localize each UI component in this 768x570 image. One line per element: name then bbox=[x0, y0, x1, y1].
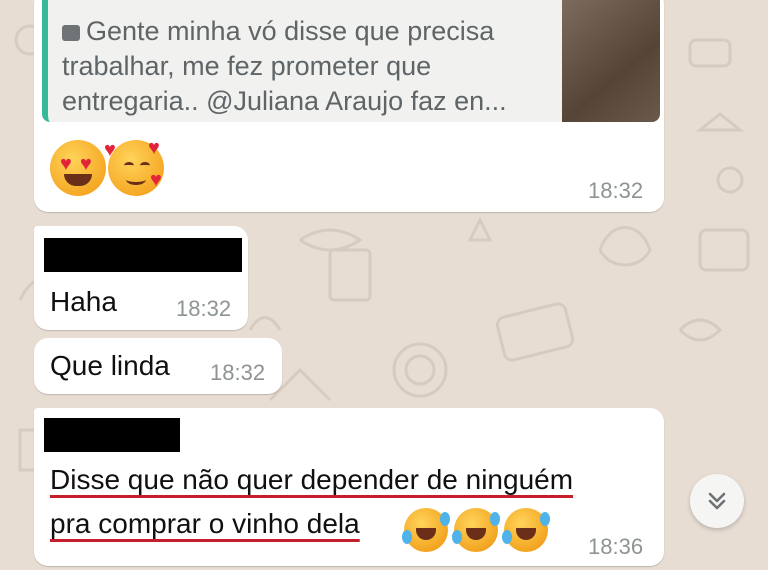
message-text-line-1: Disse que não quer depender de ninguém bbox=[50, 464, 574, 495]
message-time: 18:36 bbox=[588, 534, 644, 559]
redacted-sender-name bbox=[44, 238, 242, 272]
message-bubble-1[interactable]: Gente minha vó disse que precisa trabalh… bbox=[34, 0, 664, 212]
scroll-to-bottom-button[interactable] bbox=[690, 474, 744, 528]
photo-icon bbox=[62, 25, 80, 41]
quoted-message[interactable]: Gente minha vó disse que precisa trabalh… bbox=[42, 0, 660, 122]
message-text-line-2-row: pra comprar o vinho dela bbox=[50, 508, 360, 540]
message-time: 18:32 bbox=[176, 296, 232, 321]
redacted-sender-name bbox=[44, 418, 180, 452]
message-text: Que linda bbox=[50, 350, 170, 381]
quoted-message-text: Gente minha vó disse que precisa trabalh… bbox=[62, 16, 507, 116]
quoted-image-thumbnail[interactable] bbox=[562, 0, 660, 122]
message-time: 18:32 bbox=[210, 360, 266, 385]
rolling-laughing-emoji-icon bbox=[502, 508, 550, 552]
message-text: Haha bbox=[50, 286, 117, 317]
message-bubble-3[interactable]: Que linda 18:32 bbox=[34, 338, 282, 394]
rolling-laughing-emoji-icon bbox=[402, 508, 450, 552]
message-text-line-2: pra comprar o vinho dela bbox=[50, 508, 360, 539]
quoted-message-body: Gente minha vó disse que precisa trabalh… bbox=[62, 14, 532, 119]
rolling-laughing-emoji-icon bbox=[452, 508, 500, 552]
message-time: 18:32 bbox=[588, 178, 644, 203]
double-chevron-down-icon bbox=[708, 492, 726, 510]
smiling-face-with-hearts-icon: ♥ ♥ ♥ bbox=[104, 138, 164, 196]
message-bubble-4[interactable]: Disse que não quer depender de ninguém p… bbox=[34, 408, 664, 566]
heart-eyes-emoji-icon: ♥ ♥ bbox=[50, 140, 106, 196]
message-bubble-2[interactable]: Haha 18:32 bbox=[34, 226, 248, 330]
